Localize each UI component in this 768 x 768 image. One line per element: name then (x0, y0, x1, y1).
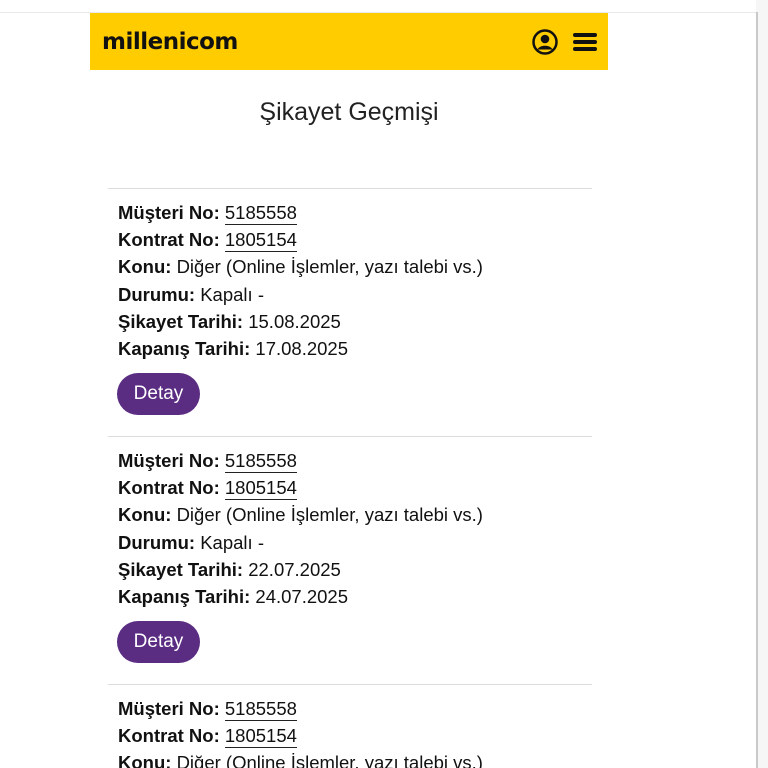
subject-value: Diğer (Online İşlemler, yazı talebi vs.) (176, 256, 483, 277)
complaint-card: Müşteri No: 5185558 Kontrat No: 1805154 … (108, 436, 592, 684)
scrollbar-edge (756, 12, 758, 768)
close-date-value: 24.07.2025 (255, 586, 348, 607)
contract-no-value[interactable]: 1805154 (224, 725, 297, 748)
user-account-icon[interactable] (532, 28, 558, 55)
customer-no-value[interactable]: 5185558 (224, 450, 297, 473)
customer-no-row: Müşteri No: 5185558 (118, 698, 297, 721)
subject-row: Konu: Diğer (Online İşlemler, yazı taleb… (118, 256, 483, 278)
customer-no-label: Müşteri No: (118, 698, 225, 719)
status-label: Durumu: (118, 532, 201, 553)
complaint-date-row: Şikayet Tarihi: 15.08.2025 (118, 311, 341, 333)
status-value: Kapalı - (200, 532, 264, 553)
customer-no-label: Müşteri No: (118, 202, 225, 223)
menu-icon[interactable] (572, 31, 598, 53)
page: millenicom Şikayet Geçmişi Müşteri No: 5… (0, 0, 768, 768)
complaint-date-row: Şikayet Tarihi: 22.07.2025 (118, 559, 341, 581)
contract-no-row: Kontrat No: 1805154 (118, 725, 297, 748)
close-date-row: Kapanış Tarihi: 17.08.2025 (118, 338, 348, 360)
header-icons (532, 28, 598, 55)
subject-row: Konu: Diğer (Online İşlemler, yazı taleb… (118, 504, 483, 526)
complaint-card: Müşteri No: 5185558 Kontrat No: 1805154 … (108, 684, 592, 768)
contract-no-label: Kontrat No: (118, 477, 225, 498)
site-header: millenicom (90, 13, 608, 70)
customer-no-value[interactable]: 5185558 (224, 202, 297, 225)
complaint-date-value: 22.07.2025 (248, 559, 341, 580)
status-value: Kapalı - (200, 284, 264, 305)
subject-label: Konu: (118, 504, 177, 525)
contract-no-label: Kontrat No: (118, 725, 225, 746)
contract-no-row: Kontrat No: 1805154 (118, 229, 297, 252)
close-date-label: Kapanış Tarihi: (118, 338, 256, 359)
complaint-date-value: 15.08.2025 (248, 311, 341, 332)
customer-no-row: Müşteri No: 5185558 (118, 450, 297, 473)
status-row: Durumu: Kapalı - (118, 284, 264, 306)
complaint-date-label: Şikayet Tarihi: (118, 559, 249, 580)
subject-value: Diğer (Online İşlemler, yazı talebi vs.) (176, 752, 483, 768)
status-row: Durumu: Kapalı - (118, 532, 264, 554)
contract-no-row: Kontrat No: 1805154 (118, 477, 297, 500)
detail-button[interactable]: Detay (117, 621, 200, 663)
detail-button[interactable]: Detay (117, 373, 200, 415)
page-title: Şikayet Geçmişi (259, 98, 439, 126)
millenicom-logo[interactable]: millenicom (102, 29, 238, 55)
customer-no-label: Müşteri No: (118, 450, 225, 471)
customer-no-value[interactable]: 5185558 (224, 698, 297, 721)
contract-no-value[interactable]: 1805154 (224, 229, 297, 252)
close-date-row: Kapanış Tarihi: 24.07.2025 (118, 586, 348, 608)
close-date-label: Kapanış Tarihi: (118, 586, 256, 607)
contract-no-label: Kontrat No: (118, 229, 225, 250)
subject-row: Konu: Diğer (Online İşlemler, yazı taleb… (118, 752, 483, 768)
complaint-date-label: Şikayet Tarihi: (118, 311, 249, 332)
status-label: Durumu: (118, 284, 201, 305)
subject-label: Konu: (118, 752, 177, 768)
close-date-value: 17.08.2025 (255, 338, 348, 359)
subject-label: Konu: (118, 256, 177, 277)
contract-no-value[interactable]: 1805154 (224, 477, 297, 500)
subject-value: Diğer (Online İşlemler, yazı talebi vs.) (176, 504, 483, 525)
complaint-card: Müşteri No: 5185558 Kontrat No: 1805154 … (108, 188, 592, 436)
customer-no-row: Müşteri No: 5185558 (118, 202, 297, 225)
